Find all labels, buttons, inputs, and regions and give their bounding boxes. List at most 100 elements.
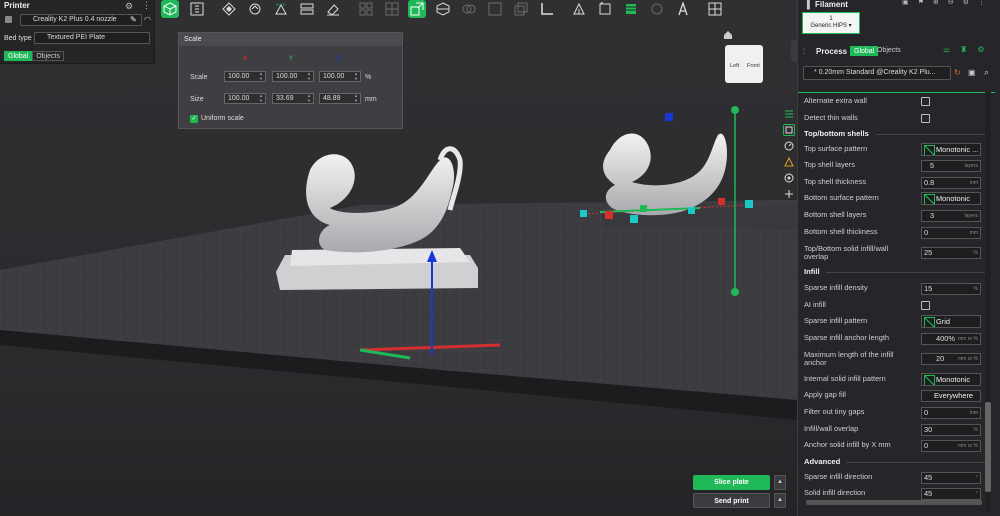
edit-printer-icon[interactable]: ✎ bbox=[130, 15, 137, 24]
bottom-surface-pattern-select[interactable]: Monotonic bbox=[921, 192, 981, 205]
max-anchor-input[interactable]: 20 mm or % bbox=[921, 353, 981, 365]
add-plate-icon[interactable] bbox=[188, 0, 206, 18]
sparse-infill-pattern-select[interactable]: Grid bbox=[921, 315, 981, 328]
filament-toolbar-icons[interactable]: ▣⚑⊕⊖⚙⋮ bbox=[902, 0, 994, 6]
search-icon[interactable]: ⌕ bbox=[984, 67, 989, 78]
slice-options-button[interactable]: ▲ bbox=[774, 475, 786, 490]
sparse-direction-input[interactable]: 45 ° bbox=[921, 472, 981, 484]
bottom-shell-layers-input[interactable]: 3 layers bbox=[921, 210, 981, 222]
reset-icon[interactable]: ↻ bbox=[954, 68, 961, 77]
send-options-button[interactable]: ▲ bbox=[774, 493, 786, 508]
section-infill: Infill bbox=[804, 267, 820, 276]
arrange-icon[interactable] bbox=[220, 0, 238, 18]
printer-icon bbox=[5, 16, 12, 23]
setting-label: Bottom shell thickness bbox=[804, 227, 878, 236]
value-text: 3 bbox=[930, 211, 935, 220]
settings-panel: ▐ Filament ▣⚑⊕⊖⚙⋮ 1 Generic HIPS ▾ ⫶ Pro… bbox=[791, 0, 1000, 516]
solid-infill-overlap-row: Top/Bottom solid infill/wall overlap 25% bbox=[804, 243, 990, 265]
process-tab-objects[interactable]: Objects bbox=[874, 46, 904, 56]
process-toolbar-icons[interactable]: ⚌♜⚙ bbox=[943, 45, 995, 54]
scale-y-input[interactable]: 100.00 bbox=[272, 71, 314, 82]
bottom-shell-thickness-input[interactable]: 0 mm bbox=[921, 227, 981, 239]
color-paint-icon[interactable] bbox=[622, 0, 640, 18]
process-profile-text: * 0.20mm Standard @Creality K2 Plu... bbox=[814, 69, 936, 76]
filter-gaps-input[interactable]: 0 mm bbox=[921, 407, 981, 419]
tab-objects[interactable]: Objects bbox=[32, 51, 64, 61]
copy-icon[interactable] bbox=[512, 0, 530, 18]
others-icon[interactable] bbox=[783, 188, 795, 200]
orient-icon[interactable] bbox=[246, 0, 264, 18]
text-tool-icon[interactable] bbox=[674, 0, 692, 18]
printer-select[interactable]: Creality K2 Plus 0.4 nozzle bbox=[20, 14, 142, 26]
strength-icon[interactable] bbox=[783, 172, 795, 184]
tab-global[interactable]: Global bbox=[4, 51, 33, 61]
internal-solid-pattern-select[interactable]: Monotonic bbox=[921, 373, 981, 386]
assembly-icon[interactable] bbox=[706, 0, 724, 18]
filter-gaps-row: Filter out tiny gaps 0 mm bbox=[804, 406, 990, 422]
home-icon[interactable] bbox=[723, 30, 733, 40]
sparse-infill-density-input[interactable]: 15% bbox=[921, 283, 981, 295]
detect-thin-walls-row: Detect thin walls bbox=[804, 112, 990, 128]
save-icon[interactable]: ▣ bbox=[968, 68, 976, 77]
mesh-icon[interactable] bbox=[486, 0, 504, 18]
ai-infill-checkbox[interactable] bbox=[921, 301, 930, 310]
apply-gap-fill-select[interactable]: Everywhere bbox=[921, 390, 981, 402]
scale-x-input[interactable]: 100.00 bbox=[224, 71, 266, 82]
infill-wall-overlap-input[interactable]: 30% bbox=[921, 424, 981, 436]
slice-plate-button[interactable]: Slice plate bbox=[693, 475, 770, 490]
view-cube-left[interactable]: Left bbox=[730, 63, 739, 69]
bottom-shell-thickness-row: Bottom shell thickness 0 mm bbox=[804, 226, 990, 242]
scale-tool-icon[interactable] bbox=[408, 0, 426, 18]
boolean-icon[interactable] bbox=[460, 0, 478, 18]
solid-infill-overlap-input[interactable]: 25% bbox=[921, 247, 981, 259]
top-shell-thickness-input[interactable]: 0.8 mm bbox=[921, 177, 981, 189]
measure-icon[interactable] bbox=[538, 0, 556, 18]
filament-slot[interactable]: 1 Generic HIPS ▾ bbox=[802, 12, 860, 34]
value-text: 30 bbox=[924, 425, 933, 434]
more-icon[interactable]: ⋮ bbox=[142, 0, 151, 11]
printer-tabs: Global Objects bbox=[4, 51, 64, 61]
solid-direction-input[interactable]: 45 ° bbox=[921, 488, 981, 500]
size-x-input[interactable]: 100.00 bbox=[224, 93, 266, 104]
scrollbar-thumb[interactable] bbox=[985, 402, 991, 492]
layout-icon[interactable] bbox=[298, 0, 316, 18]
anchor-solid-input[interactable]: 0 mm or % bbox=[921, 440, 981, 452]
speed-icon[interactable] bbox=[783, 140, 795, 152]
top-surface-pattern-select[interactable]: Monotonic ... bbox=[921, 143, 981, 156]
vertical-scrollbar[interactable] bbox=[985, 92, 991, 512]
auto-orient-icon[interactable]: AUTO bbox=[272, 0, 290, 18]
view-cube[interactable]: Left Front bbox=[725, 45, 763, 83]
top-shell-layers-input[interactable]: 5 layers bbox=[921, 160, 981, 172]
alternate-extra-wall-row: Alternate extra wall bbox=[804, 95, 990, 111]
add-object-icon[interactable] bbox=[161, 0, 179, 18]
settings-icon[interactable]: ⚙ bbox=[125, 1, 133, 12]
support-icon[interactable] bbox=[783, 156, 795, 168]
wifi-icon[interactable]: ◠ bbox=[144, 15, 151, 24]
size-z-input[interactable]: 48.89 bbox=[319, 93, 361, 104]
paint-support-icon[interactable] bbox=[570, 0, 588, 18]
variable-layer-icon[interactable] bbox=[648, 0, 666, 18]
seam-icon[interactable] bbox=[596, 0, 614, 18]
panel-collapse-handle[interactable] bbox=[791, 40, 798, 62]
process-profile-select[interactable]: * 0.20mm Standard @Creality K2 Plu... bbox=[803, 66, 951, 80]
bed-type-select[interactable]: Textured PEI Plate bbox=[34, 32, 150, 44]
scale-z-input[interactable]: 100.00 bbox=[319, 71, 361, 82]
detect-thin-walls-checkbox[interactable] bbox=[921, 114, 930, 123]
split-parts-icon[interactable] bbox=[383, 0, 401, 18]
unit-text: ° bbox=[976, 475, 978, 481]
plate-view-icon[interactable] bbox=[783, 124, 795, 136]
send-print-button[interactable]: Send print bbox=[693, 493, 770, 508]
horizontal-scrollbar[interactable] bbox=[806, 500, 982, 505]
size-y-input[interactable]: 33.69 bbox=[272, 93, 314, 104]
uniform-scale-checkbox[interactable]: ✓ bbox=[190, 115, 198, 123]
erase-icon[interactable] bbox=[324, 0, 342, 18]
scale-label: Scale bbox=[190, 74, 208, 81]
objects-list-icon[interactable] bbox=[783, 108, 795, 120]
anchor-length-input[interactable]: 400% mm or % bbox=[921, 333, 981, 345]
split-objects-icon[interactable] bbox=[357, 0, 375, 18]
printer-model-text: Creality K2 Plus 0.4 nozzle bbox=[33, 16, 117, 23]
axis-x-label: X bbox=[243, 56, 248, 62]
alternate-extra-wall-checkbox[interactable] bbox=[921, 97, 930, 106]
view-cube-front[interactable]: Front bbox=[747, 63, 760, 69]
cut-tool-icon[interactable] bbox=[434, 0, 452, 18]
